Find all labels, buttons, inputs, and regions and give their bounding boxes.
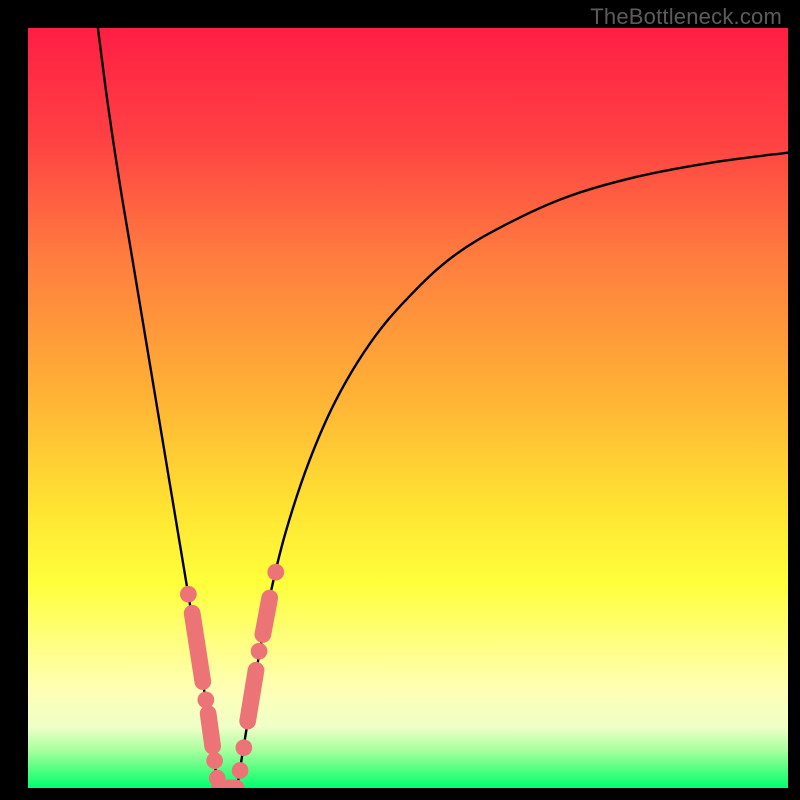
chart-frame: TheBottleneck.com bbox=[0, 0, 800, 800]
data-marker bbox=[235, 739, 252, 756]
curve-markers bbox=[180, 564, 284, 788]
data-marker bbox=[232, 762, 249, 779]
data-marker bbox=[251, 643, 268, 660]
data-marker-capsule bbox=[208, 714, 213, 747]
data-marker bbox=[180, 586, 197, 603]
data-marker bbox=[206, 752, 223, 769]
plot-area bbox=[28, 28, 788, 788]
watermark-text: TheBottleneck.com bbox=[590, 4, 782, 30]
data-marker-capsule bbox=[248, 670, 256, 721]
data-marker-capsule bbox=[192, 613, 203, 681]
data-marker-capsule bbox=[263, 598, 270, 634]
curve-layer bbox=[28, 28, 788, 788]
data-marker bbox=[267, 564, 284, 581]
